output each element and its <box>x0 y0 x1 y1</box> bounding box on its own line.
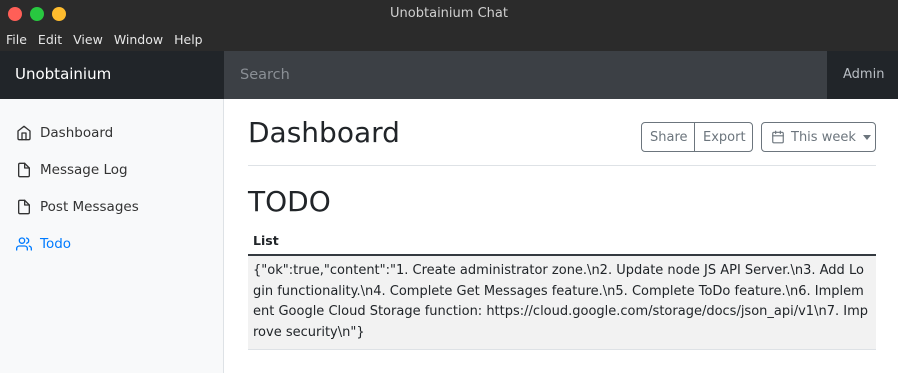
toolbar-button-group: Share Export <box>641 122 753 152</box>
menu-help[interactable]: Help <box>174 32 203 47</box>
admin-link[interactable]: Admin <box>827 51 898 99</box>
window-title-bar: Unobtainium Chat <box>0 0 898 28</box>
header-divider <box>248 165 876 166</box>
menu-window[interactable]: Window <box>114 32 163 47</box>
share-button[interactable]: Share <box>641 122 695 152</box>
sidebar-item-todo[interactable]: Todo <box>0 229 223 259</box>
sidebar-item-label: Todo <box>40 236 72 252</box>
sidebar-item-dashboard[interactable]: Dashboard <box>0 118 223 148</box>
menu-bar: File Edit View Window Help <box>0 28 898 51</box>
file-icon <box>18 199 30 215</box>
table-header-row: List <box>248 227 876 256</box>
search-input[interactable] <box>224 51 827 99</box>
sidebar-item-message-log[interactable]: Message Log <box>0 155 223 185</box>
file-icon <box>18 162 30 178</box>
brand-link[interactable]: Unobtainium <box>0 51 224 99</box>
home-icon <box>17 125 31 141</box>
sidebar-item-label: Post Messages <box>40 199 139 215</box>
calendar-icon <box>772 130 784 144</box>
period-dropdown[interactable]: This week <box>761 122 876 152</box>
sidebar-item-post-messages[interactable]: Post Messages <box>0 192 223 222</box>
sidebar-item-label: Message Log <box>40 162 128 178</box>
table-row: {"ok":true,"content":"1. Create administ… <box>248 255 876 350</box>
table-cell: {"ok":true,"content":"1. Create administ… <box>248 255 876 350</box>
sidebar-item-label: Dashboard <box>40 125 114 141</box>
window-title: Unobtainium Chat <box>390 6 508 21</box>
column-header-list: List <box>248 227 876 256</box>
top-navbar: Unobtainium Admin <box>0 51 898 99</box>
users-icon <box>16 237 32 251</box>
section-title: TODO <box>248 185 331 218</box>
sidebar: Dashboard Message Log Post Messages Todo <box>0 99 224 373</box>
todo-table: List {"ok":true,"content":"1. Create adm… <box>248 227 876 350</box>
menu-file[interactable]: File <box>6 32 27 47</box>
menu-view[interactable]: View <box>73 32 103 47</box>
caret-down-icon <box>862 134 871 140</box>
export-button[interactable]: Export <box>694 122 753 152</box>
menu-edit[interactable]: Edit <box>38 32 62 47</box>
period-label: This week <box>791 129 856 145</box>
page-title: Dashboard <box>248 116 400 149</box>
